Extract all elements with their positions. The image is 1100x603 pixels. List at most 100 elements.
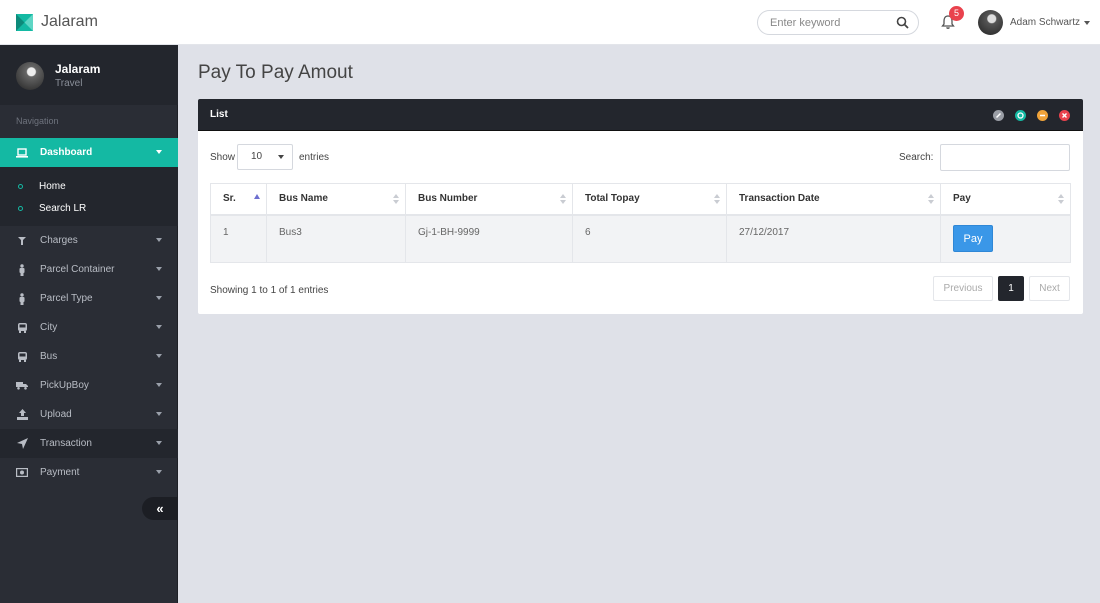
entries-label: entries (299, 152, 330, 163)
pay-button[interactable]: Pay (953, 224, 993, 252)
profile-name: Jalaram (55, 62, 101, 76)
page-title: Pay To Pay Amout (198, 62, 353, 83)
column-header-transaction-date[interactable]: Transaction Date (726, 183, 941, 216)
column-header-label: Bus Name (279, 193, 328, 205)
sidebar-item-label: Parcel Container (40, 264, 115, 275)
brand-logo-icon (16, 13, 33, 31)
sidebar-item-payment[interactable]: Payment (0, 458, 178, 487)
chevron-down-icon (156, 296, 162, 300)
truck-icon (16, 380, 28, 392)
sidebar-item-transaction[interactable]: Transaction (0, 429, 178, 458)
user-menu-caret-icon[interactable] (1084, 21, 1090, 25)
sidebar-profile: Jalaram Travel (0, 45, 178, 105)
sidebar-item-charges[interactable]: Charges (0, 226, 178, 255)
dashboard-submenu: Home Search LR (0, 167, 178, 226)
column-header-label: Bus Number (418, 193, 478, 205)
table-header-row: Sr. Bus Name Bus Number Total Topay Tran… (210, 183, 1071, 216)
column-header-label: Pay (953, 193, 971, 205)
link-icon[interactable] (993, 110, 1004, 121)
cell-bus-name: Bus3 (266, 214, 406, 263)
chevron-down-icon (156, 441, 162, 445)
sidebar-item-label: Bus (40, 351, 58, 362)
panel-title: List (210, 109, 228, 120)
notification-badge: 5 (949, 6, 964, 21)
sort-icon (928, 194, 934, 205)
bus-icon (16, 351, 28, 363)
sidebar-item-label: Upload (40, 409, 72, 420)
sidebar-item-dashboard[interactable]: Dashboard (0, 138, 178, 167)
cell-transaction-date: 27/12/2017 (726, 214, 941, 263)
sidebar-item-label: City (40, 322, 58, 333)
column-header-sr[interactable]: Sr. (210, 183, 267, 216)
chevron-down-icon (156, 354, 162, 358)
submenu-item-search-lr[interactable]: Search LR (0, 197, 178, 219)
search-icon[interactable] (896, 16, 909, 29)
panel-header: List (198, 99, 1083, 131)
sort-icon (560, 194, 566, 205)
sidebar-item-parcel-type[interactable]: Parcel Type (0, 284, 178, 313)
chevron-down-icon (156, 150, 162, 154)
figure-icon (16, 263, 28, 276)
column-header-label: Sr. (223, 193, 236, 205)
keyword-search-input[interactable] (758, 11, 888, 34)
chevron-down-icon (156, 238, 162, 242)
sort-icon (714, 194, 720, 205)
column-header-pay[interactable]: Pay (940, 183, 1071, 216)
sidebar-item-parcel-container[interactable]: Parcel Container (0, 255, 178, 284)
submenu-item-home[interactable]: Home (0, 175, 178, 197)
tag-icon (16, 235, 28, 247)
chevron-down-icon (156, 470, 162, 474)
bus-icon (16, 322, 28, 334)
upload-icon (16, 409, 28, 421)
user-name[interactable]: Adam Schwartz (1010, 17, 1080, 28)
sidebar-item-label: Parcel Type (40, 293, 93, 304)
nav-heading: Navigation (16, 116, 59, 126)
profile-subtitle: Travel (55, 78, 83, 89)
sidebar-item-label: Charges (40, 235, 78, 246)
money-icon (16, 467, 28, 479)
chevron-down-icon (156, 412, 162, 416)
sidebar-item-label: Transaction (40, 438, 92, 449)
pagination-next-button[interactable]: Next (1029, 276, 1070, 301)
page-length-value: 10 (251, 151, 263, 162)
figure-icon (16, 292, 28, 305)
paper-plane-icon (16, 438, 28, 450)
profile-avatar (16, 62, 44, 90)
sidebar-item-label: PickUpBoy (40, 380, 89, 391)
data-table: Sr. Bus Name Bus Number Total Topay Tran… (210, 183, 1071, 263)
brand[interactable]: Jalaram (16, 13, 98, 31)
list-panel: List Show 10 entries Search: Sr. Bus Nam… (198, 99, 1083, 314)
table-row: 1 Bus3 Gj-1-BH-9999 6 27/12/2017 Pay (210, 214, 1071, 263)
chevron-down-icon (278, 155, 284, 159)
submenu-item-label: Search LR (39, 202, 87, 214)
sidebar-item-bus[interactable]: Bus (0, 342, 178, 371)
close-icon[interactable] (1059, 110, 1070, 121)
pagination-previous-button[interactable]: Previous (933, 276, 993, 301)
refresh-icon[interactable] (1015, 110, 1026, 121)
sidebar-item-city[interactable]: City (0, 313, 178, 342)
sort-icon (1058, 194, 1064, 205)
top-navbar: Jalaram 5 Adam Schwartz (0, 0, 1100, 45)
sidebar: Jalaram Travel Navigation Dashboard Home… (0, 45, 178, 603)
sidebar-item-upload[interactable]: Upload (0, 400, 178, 429)
user-avatar[interactable] (978, 10, 1003, 35)
laptop-icon (16, 147, 28, 159)
pagination-page-button[interactable]: 1 (998, 276, 1024, 301)
column-header-bus-name[interactable]: Bus Name (266, 183, 406, 216)
page-length-select[interactable]: 10 (237, 144, 293, 170)
chevron-down-icon (156, 383, 162, 387)
cell-total-topay: 6 (572, 214, 727, 263)
circle-bullet-icon (18, 205, 23, 211)
sidebar-item-pickupboy[interactable]: PickUpBoy (0, 371, 178, 400)
chevron-down-icon (156, 325, 162, 329)
column-header-bus-number[interactable]: Bus Number (405, 183, 573, 216)
sidebar-item-label: Dashboard (40, 147, 93, 158)
minimize-icon[interactable] (1037, 110, 1048, 121)
cell-bus-number: Gj-1-BH-9999 (405, 214, 573, 263)
column-header-total-topay[interactable]: Total Topay (572, 183, 727, 216)
column-header-label: Transaction Date (739, 193, 820, 205)
sidebar-collapse-button[interactable]: « (142, 497, 178, 520)
chevron-down-icon (156, 267, 162, 271)
table-search-input[interactable] (940, 144, 1070, 171)
column-header-label: Total Topay (585, 193, 640, 205)
